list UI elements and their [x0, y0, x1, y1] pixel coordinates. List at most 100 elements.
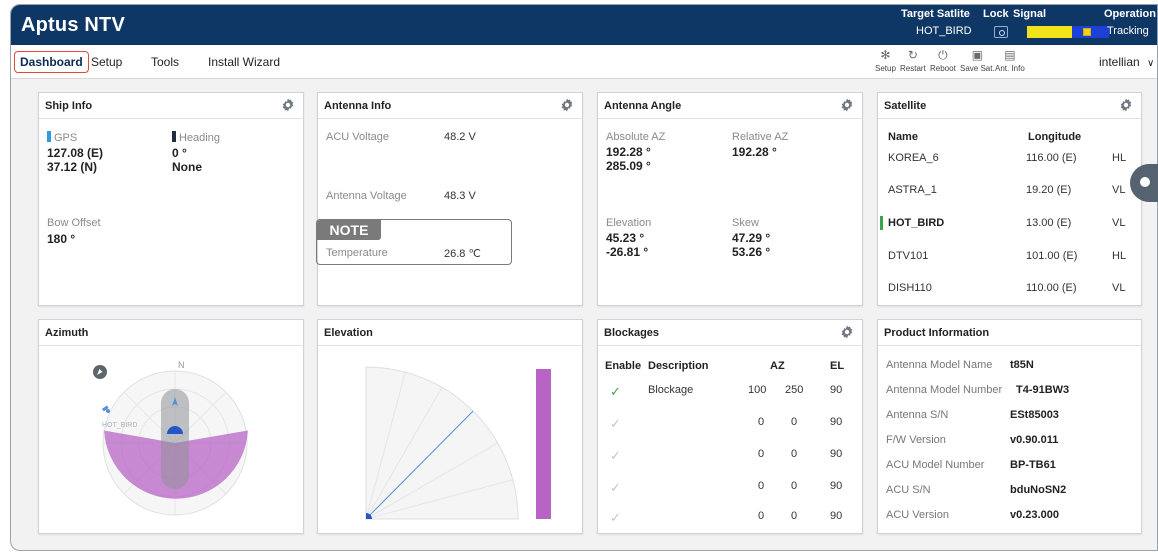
product-info-row: F/W Version v0.90.011: [886, 434, 1059, 446]
acu-voltage-label: ACU Voltage: [326, 131, 389, 143]
product-info-title: Product Information: [884, 327, 990, 339]
menu-dashboard[interactable]: Dashboard: [14, 51, 89, 73]
gear-icon[interactable]: [840, 98, 854, 112]
product-info-row: ACU Version v0.23.000: [886, 509, 1059, 521]
col-enable: Enable: [605, 360, 642, 372]
toolbar-setup-label: Setup: [875, 64, 896, 73]
signal-label: Signal: [1013, 8, 1047, 20]
elevation-title: Elevation: [324, 327, 373, 339]
col-az: AZ: [770, 360, 785, 372]
restart-icon: ↻: [907, 48, 918, 62]
blockages-title: Blockages: [604, 327, 660, 339]
gps-longitude: 127.08 (E): [47, 146, 104, 160]
satellite-col-name: Name: [888, 131, 918, 143]
signal-marker: [1083, 28, 1091, 36]
check-icon[interactable]: ✓: [610, 510, 621, 526]
check-icon[interactable]: ✓: [610, 480, 621, 496]
elevation-value: 45.23 °: [606, 231, 645, 245]
satellite-row-active[interactable]: HOT_BIRD 13.00 (E) VL: [878, 213, 1141, 235]
skew-value-2: 53.26 °: [732, 245, 771, 259]
ship-info-panel: Ship Info GPS 127.08 (E) 37.12 (N) Headi…: [38, 92, 304, 306]
menu-bar: Dashboard Setup Tools Install Wizard ✻ S…: [11, 45, 1157, 79]
product-info-row: ACU Model Number BP-TB61: [886, 459, 1056, 471]
user-menu[interactable]: intellian ∨: [1099, 55, 1154, 69]
gear-icon: ✻: [880, 48, 891, 62]
absolute-az-value: 192.28 °: [606, 145, 651, 159]
menu-install-wizard[interactable]: Install Wizard: [208, 55, 280, 69]
gear-icon[interactable]: [560, 98, 574, 112]
user-name: intellian: [1099, 55, 1140, 69]
col-el: EL: [830, 360, 845, 372]
satellite-label: HOT_BIRD: [102, 422, 137, 429]
gps-label: GPS: [47, 131, 77, 144]
elevation-label: Elevation: [606, 217, 652, 229]
toolbar-ant-info-button[interactable]: ▤ Ant. Info: [995, 49, 1025, 73]
acu-voltage-value: 48.2 V: [444, 131, 476, 143]
check-icon[interactable]: ✓: [610, 448, 621, 464]
gear-icon[interactable]: [840, 325, 854, 339]
lock-label: Lock: [983, 8, 1009, 20]
heading-value: 0 °: [172, 146, 187, 160]
satellite-row[interactable]: KOREA_6 116.00 (E) HL: [878, 148, 1141, 170]
chevron-down-icon: ∨: [1147, 58, 1155, 69]
relative-az-label: Relative AZ: [732, 131, 789, 143]
target-satellite-value: HOT_BIRD: [916, 25, 972, 37]
toolbar-ant-info-label: Ant. Info: [995, 64, 1025, 73]
gear-icon[interactable]: [281, 98, 295, 112]
satellite-row[interactable]: DISH110 110.00 (E) VL: [878, 278, 1141, 300]
gps-latitude: 37.12 (N): [47, 160, 98, 174]
antenna-angle-title: Antenna Angle: [604, 100, 682, 112]
antenna-angle-panel: Antenna Angle Absolute AZ 192.28 ° 285.0…: [597, 92, 863, 306]
antenna-info-title: Antenna Info: [324, 100, 392, 112]
note-callout: NOTE: [316, 219, 512, 265]
menu-setup[interactable]: Setup: [91, 55, 122, 69]
bow-offset-label: Bow Offset: [47, 217, 101, 229]
blockages-panel: Blockages Enable Description AZ EL ✓ Blo…: [597, 319, 863, 534]
satellite-col-longitude: Longitude: [1028, 131, 1082, 143]
power-icon: ⏻: [938, 48, 948, 62]
azimuth-panel: Azimuth N HOT_BIRD: [38, 319, 304, 534]
azimuth-diagram: N HOT_BIRD: [93, 360, 248, 516]
bow-offset-value: 180 °: [47, 232, 76, 246]
gear-icon[interactable]: [1119, 98, 1133, 112]
app-window: Aptus NTV Target Satlite HOT_BIRD Lock S…: [10, 4, 1158, 551]
blockage-row[interactable]: ✓ 0 0 90: [598, 478, 862, 498]
antenna-info-header: Antenna Info: [318, 93, 582, 119]
satellite-icon: [101, 405, 110, 413]
blockage-row[interactable]: ✓ Blockage 100 250 90: [598, 382, 862, 402]
product-info-row: Antenna Model Number T4-91BW3: [886, 384, 1070, 396]
toolbar-restart-label: Restart: [900, 64, 926, 73]
lock-icon: [994, 26, 1008, 38]
check-icon[interactable]: ✓: [610, 416, 621, 432]
product-info-header: Product Information: [878, 320, 1141, 346]
blockage-row[interactable]: ✓ 0 0 90: [598, 508, 862, 528]
heading-label: Heading: [172, 131, 220, 144]
target-satellite-label: Target Satlite: [901, 8, 970, 20]
ship-info-header: Ship Info: [39, 93, 303, 119]
check-icon[interactable]: ✓: [610, 384, 621, 400]
elevation-diagram: [365, 366, 551, 520]
ship-info-title: Ship Info: [45, 100, 93, 112]
operation-value: Tracking: [1107, 25, 1149, 37]
toolbar-save-sat-button[interactable]: ▣ Save Sat.: [960, 49, 995, 73]
toolbar-restart-button[interactable]: ↻ Restart: [900, 49, 926, 73]
operation-label: Operation: [1104, 8, 1156, 20]
blockage-row[interactable]: ✓ 0 0 90: [598, 414, 862, 434]
heading-source: None: [172, 160, 202, 174]
absolute-az-label: Absolute AZ: [606, 131, 666, 143]
note-tag: NOTE: [317, 220, 381, 240]
blockage-row[interactable]: ✓ 0 0 90: [598, 446, 862, 466]
skew-value: 47.29 °: [732, 231, 771, 245]
toolbar-reboot-button[interactable]: ⏻ Reboot: [930, 49, 956, 73]
absolute-az-value-2: 285.09 °: [606, 159, 651, 173]
satellite-header: Satellite: [878, 93, 1141, 119]
satellite-row[interactable]: ASTRA_1 19.20 (E) VL: [878, 180, 1141, 202]
skew-label: Skew: [732, 217, 759, 229]
col-description: Description: [648, 360, 709, 372]
signal-meter: [1027, 26, 1109, 38]
app-title: Aptus NTV: [21, 14, 126, 36]
satellite-row[interactable]: DTV101 101.00 (E) HL: [878, 246, 1141, 268]
menu-tools[interactable]: Tools: [151, 55, 179, 69]
toolbar-setup-button[interactable]: ✻ Setup: [875, 49, 896, 73]
azimuth-title: Azimuth: [45, 327, 89, 339]
